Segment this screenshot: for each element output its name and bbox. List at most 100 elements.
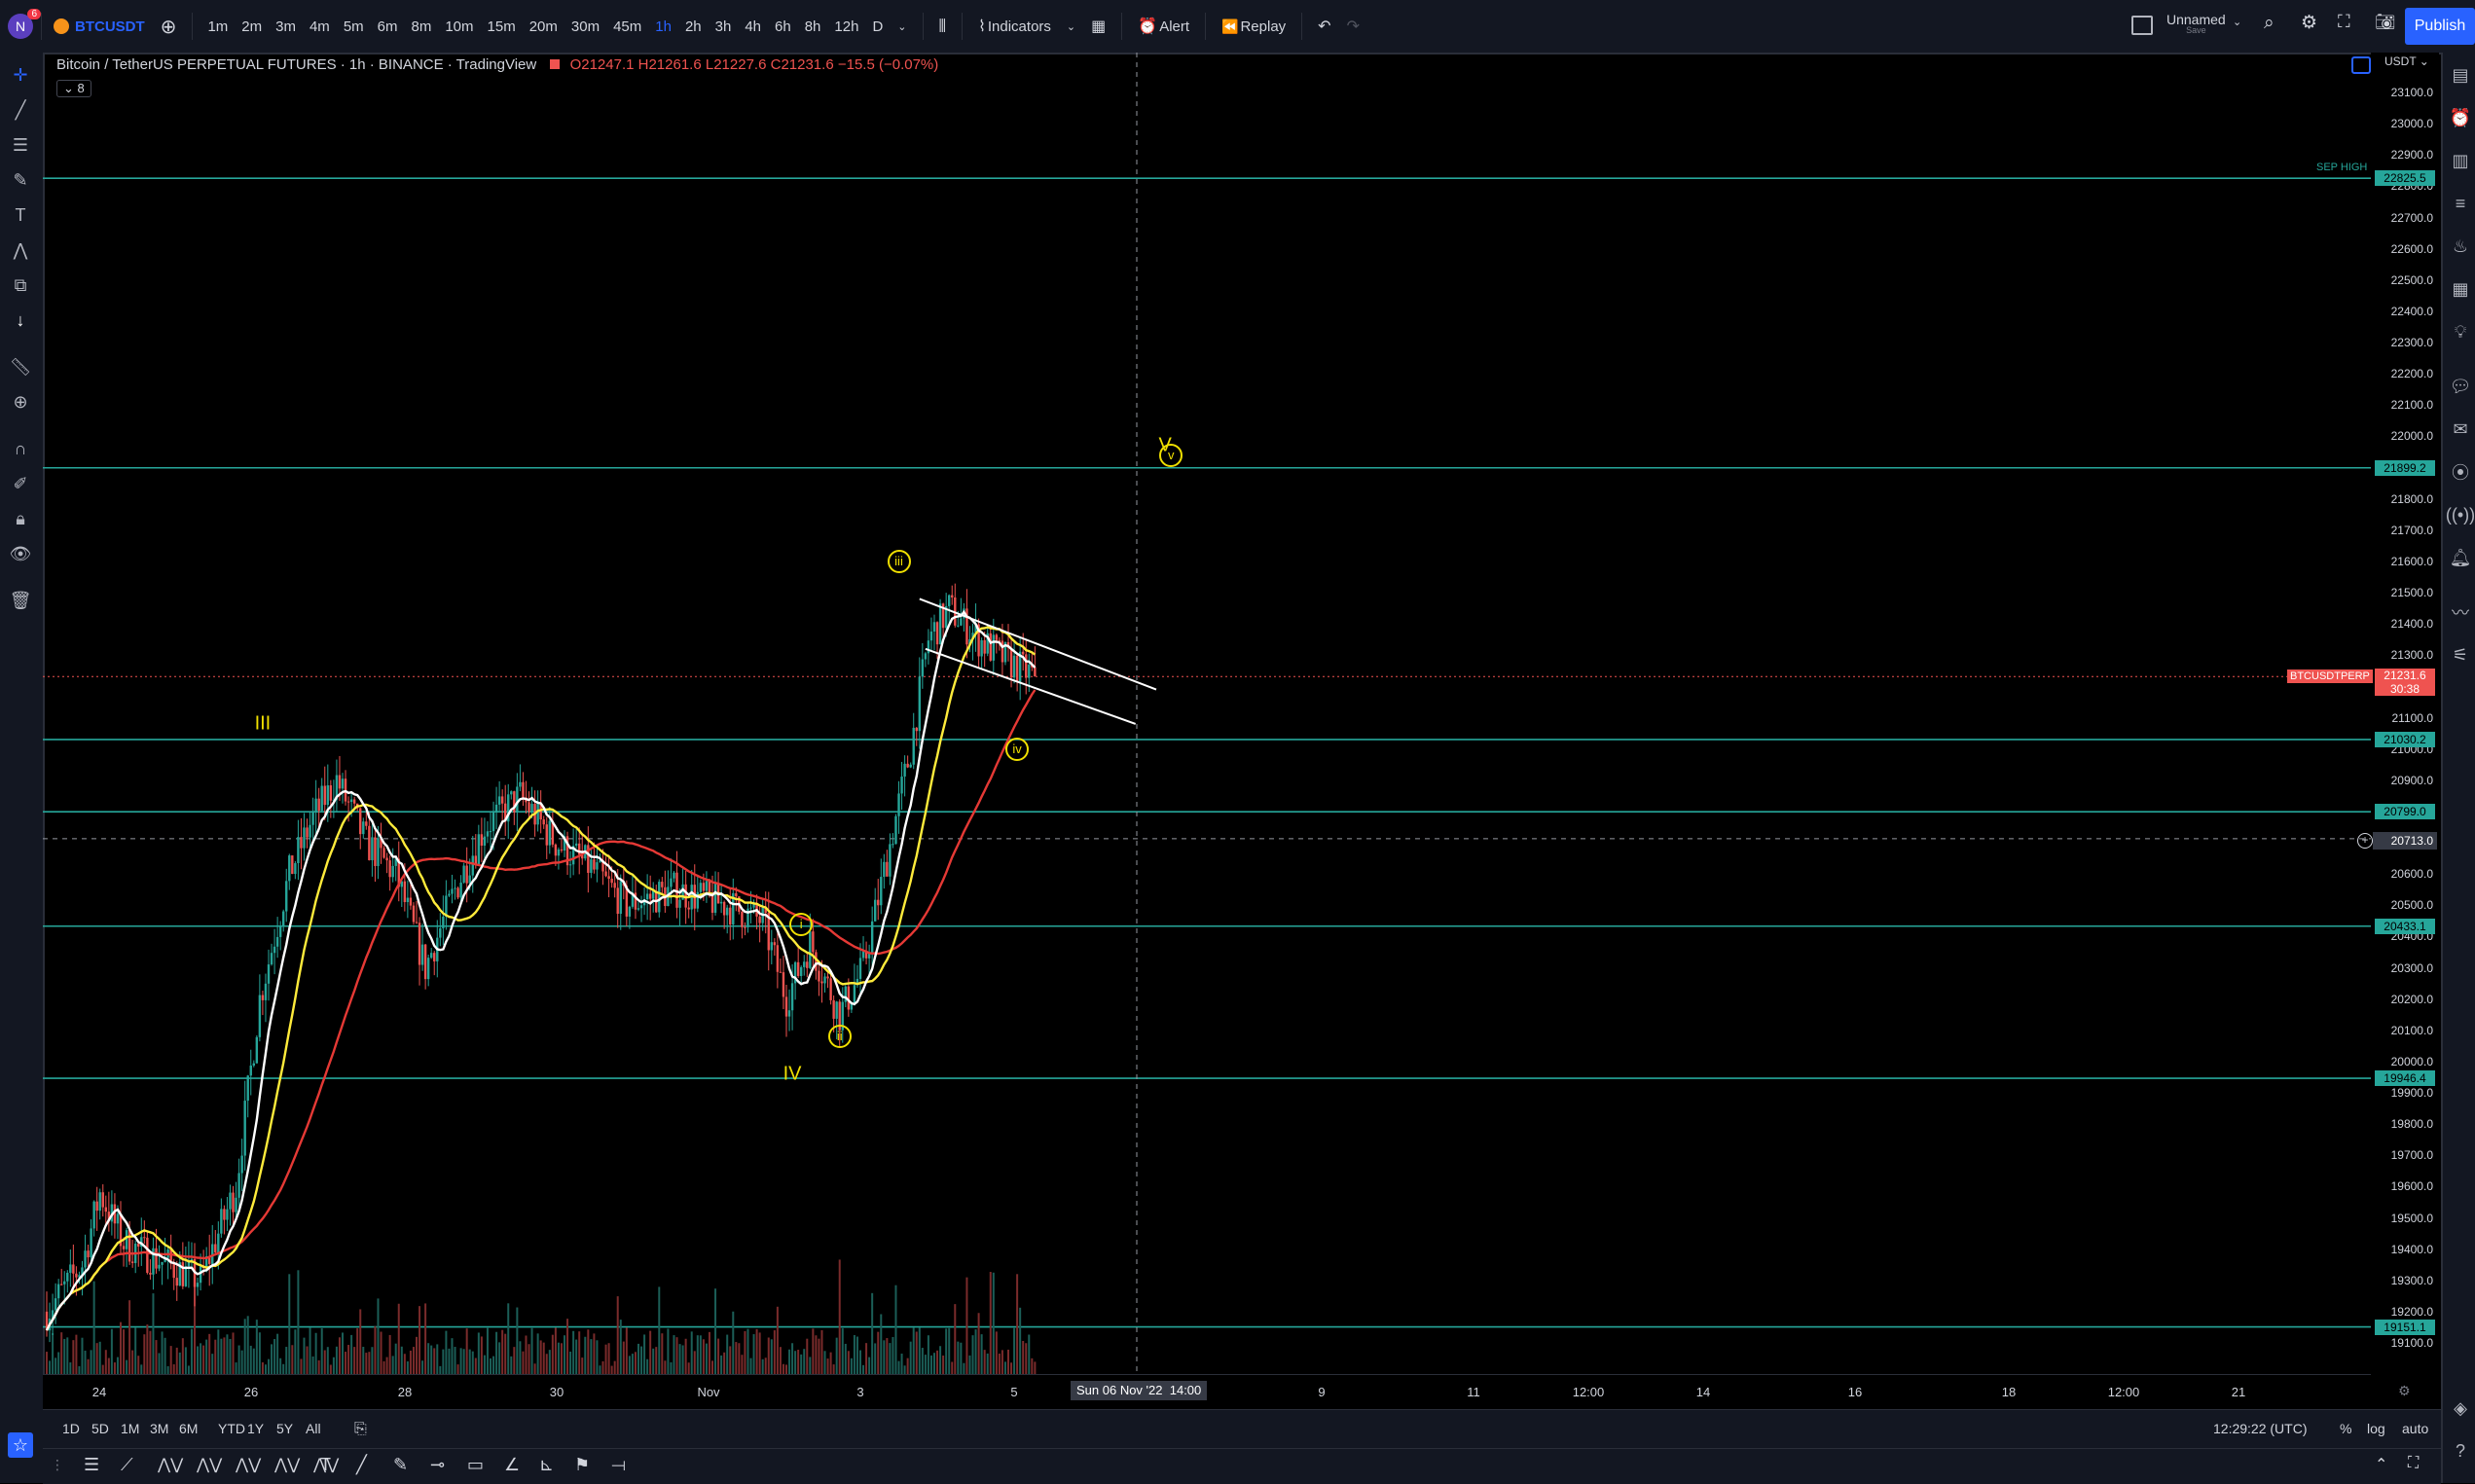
chevron-down-icon[interactable]: ⌄ <box>1059 20 1083 33</box>
price-chart[interactable] <box>43 53 2371 1374</box>
elliott-abc-icon[interactable]: ⋀⋁ <box>197 1455 222 1474</box>
elliott-123-icon[interactable]: ⋀⋁ <box>158 1455 183 1474</box>
range-button[interactable]: 1Y <box>247 1421 264 1436</box>
trend-line-icon[interactable]: ╱ <box>8 97 33 123</box>
chat-icon[interactable]: 💬︎ <box>2448 374 2473 399</box>
alarm-clock-icon[interactable]: ⏰ <box>2448 105 2473 130</box>
range-button[interactable]: 3M <box>150 1421 168 1436</box>
settings-sliders-icon[interactable]: ⚟ <box>2448 642 2473 668</box>
range-button[interactable]: All <box>306 1421 321 1436</box>
publish-button[interactable]: Publish <box>2405 8 2475 45</box>
magnet-icon[interactable]: ∩ <box>8 436 33 461</box>
interval-button[interactable]: 6m <box>371 18 405 35</box>
interval-button[interactable]: 2m <box>235 18 269 35</box>
gear-icon[interactable]: ⚙ <box>2301 12 2317 34</box>
date-range-icon[interactable]: ⊾ <box>539 1455 554 1475</box>
interval-button[interactable]: 8m <box>405 18 439 35</box>
ruler-icon[interactable]: 📏︎ <box>8 354 33 380</box>
interval-button[interactable]: 3h <box>709 18 739 35</box>
alert-button[interactable]: Alert <box>1159 18 1197 35</box>
ray-line-icon[interactable]: ⟞ <box>611 1455 626 1475</box>
text-icon[interactable]: T <box>8 202 33 228</box>
interval-button[interactable]: 6h <box>768 18 798 35</box>
calendar-icon[interactable]: ▦ <box>2448 276 2473 302</box>
price-scale[interactable]: USDT ⌄ 23100.0 23000.0 22900.0 22800.0 22700… <box>2371 53 2439 1386</box>
elliott-subwave-label[interactable]: v <box>1159 443 1183 467</box>
streams-icon[interactable]: ⦿ <box>2448 459 2473 485</box>
range-button[interactable]: 5D <box>91 1421 109 1436</box>
redo-icon[interactable]: ↷ <box>1339 17 1367 36</box>
log-scale-toggle[interactable]: log <box>2367 1421 2385 1436</box>
indicator-count-toggle[interactable]: ⌄ 8 <box>56 80 91 97</box>
trading-panel-icon[interactable]: 〰 <box>2448 599 2473 625</box>
angle-tool-icon[interactable]: ∠ <box>504 1455 520 1475</box>
chevron-down-icon[interactable]: ⌄ <box>890 20 914 33</box>
watchlist-icon[interactable]: ▤ <box>2448 62 2473 88</box>
price-scale-settings-icon[interactable] <box>2351 56 2371 74</box>
lines-list-icon[interactable]: ☰ <box>84 1455 99 1475</box>
elliott-subwave-label[interactable]: ii <box>827 1025 852 1049</box>
range-button[interactable]: 1D <box>62 1421 80 1436</box>
interval-button[interactable]: 12h <box>827 18 865 35</box>
elliott-subwave-label[interactable]: iv <box>1005 737 1030 761</box>
utc-clock[interactable]: 12:29:22 (UTC) <box>2213 1421 2307 1436</box>
undo-icon[interactable]: ↶ <box>1310 17 1338 36</box>
notifications-bell-icon[interactable]: 🔔︎ <box>2448 545 2473 570</box>
horizontal-ray-icon[interactable]: ⊸ <box>430 1455 445 1475</box>
compare-add-icon[interactable]: ⊕ <box>153 15 185 39</box>
elliott-subwave-label[interactable]: iii <box>887 549 911 573</box>
add-alert-plus-icon[interactable]: + <box>2357 833 2373 849</box>
pencil-lock-icon[interactable]: ✐ <box>8 471 33 496</box>
eye-icon[interactable]: 👁︎ <box>8 541 33 566</box>
star-favorites-icon[interactable]: ☆ <box>8 1432 33 1458</box>
indicators-icon[interactable]: ⌇ <box>970 17 988 36</box>
broadcast-icon[interactable]: ((•)) <box>2446 502 2475 527</box>
percent-scale-toggle[interactable]: % <box>2340 1421 2351 1436</box>
elliott-wave-label[interactable]: III <box>255 712 272 735</box>
interval-button[interactable]: 1h <box>648 18 678 35</box>
elliott-wave-icon[interactable]: ⋀⋁ <box>236 1455 261 1474</box>
messages-icon[interactable]: ✉ <box>2448 416 2473 442</box>
brush-tool-icon[interactable]: ✎ <box>393 1455 408 1475</box>
range-button[interactable]: 6M <box>179 1421 198 1436</box>
currency-selector[interactable]: USDT ⌄ <box>2384 54 2429 68</box>
fullscreen-icon[interactable]: ⛶ <box>2338 12 2350 32</box>
symbol-search-button[interactable]: BTCUSDT <box>69 18 153 35</box>
candle-type-icon[interactable]: ⫴ <box>931 17 955 37</box>
replay-button[interactable]: Replay <box>1240 18 1293 35</box>
data-window-icon[interactable]: ▥ <box>2448 148 2473 173</box>
ideas-bulb-icon[interactable]: 💡︎ <box>2448 319 2473 344</box>
range-button[interactable]: YTD <box>218 1421 245 1436</box>
help-icon[interactable]: ? <box>2448 1438 2473 1464</box>
measure-range-icon[interactable]: ⧉ <box>8 272 33 298</box>
collapse-chevron-icon[interactable]: ⌃ <box>2375 1455 2387 1474</box>
interval-button[interactable]: 5m <box>337 18 371 35</box>
layout-icon[interactable] <box>2131 16 2153 35</box>
drag-handle-icon[interactable]: ⋮ <box>51 1457 64 1473</box>
crosshair-icon[interactable]: ✛ <box>8 62 33 88</box>
news-icon[interactable]: ≡ <box>2448 191 2473 216</box>
axis-settings-icon[interactable]: ⚙ <box>2398 1383 2411 1399</box>
curve-icon[interactable]: ⟋ <box>121 1455 133 1475</box>
layout-name-button[interactable]: Unnamed Save <box>2166 12 2226 35</box>
pattern-icon[interactable]: ⋀ <box>8 237 33 263</box>
range-button[interactable]: 5Y <box>276 1421 293 1436</box>
pen-icon[interactable]: ✎ <box>8 167 33 193</box>
templates-icon[interactable]: ▦ <box>1083 17 1113 36</box>
flag-icon[interactable]: ⚑ <box>574 1455 590 1475</box>
hotlist-fire-icon[interactable]: ♨ <box>2448 234 2473 259</box>
indicators-button[interactable]: Indicators <box>988 18 1059 35</box>
interval-button[interactable]: 2h <box>678 18 709 35</box>
interval-button[interactable]: 4h <box>738 18 768 35</box>
elliott-wave-label[interactable]: IV <box>783 1063 802 1085</box>
user-avatar[interactable]: N 6 <box>8 9 41 39</box>
replay-icon[interactable]: ⏪ <box>1214 18 1240 35</box>
range-button[interactable]: 1M <box>121 1421 139 1436</box>
arrow-down-icon[interactable]: ↓ <box>8 308 33 333</box>
camera-icon[interactable]: 📷︎ <box>2375 13 2396 32</box>
rectangle-tool-icon[interactable]: ▭ <box>467 1455 484 1475</box>
alert-icon[interactable]: ⏰ <box>1130 17 1159 36</box>
interval-button[interactable]: 3m <box>269 18 303 35</box>
auto-scale-toggle[interactable]: auto <box>2402 1421 2428 1436</box>
goto-date-icon[interactable]: ⎘ <box>354 1421 367 1438</box>
